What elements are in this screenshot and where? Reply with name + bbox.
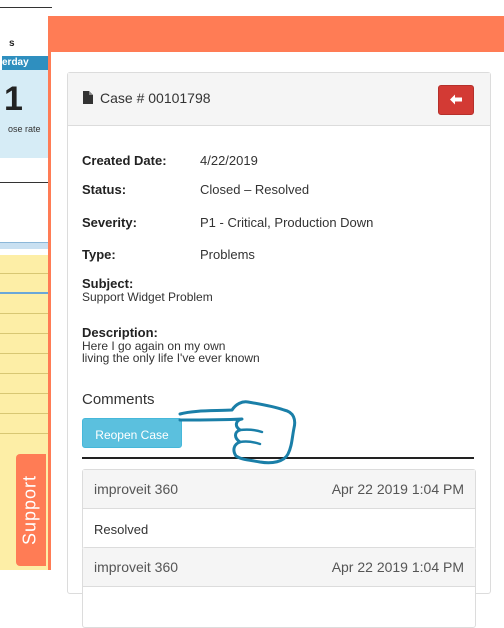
bg-stat-caption: ose rate <box>8 124 41 134</box>
bg-table-rule <box>0 373 52 374</box>
bg-divider <box>0 182 52 183</box>
severity-value: P1 - Critical, Production Down <box>200 215 374 230</box>
created-date-label: Created Date: <box>82 153 167 168</box>
comment-author: improveit 360 <box>94 481 179 497</box>
type-value: Problems <box>200 247 255 262</box>
bg-divider-top <box>0 7 52 8</box>
bg-table-rule <box>0 273 52 274</box>
back-button[interactable] <box>438 85 474 115</box>
bg-table-rule <box>0 313 52 314</box>
arrow-left-icon <box>450 94 462 105</box>
type-label: Type: <box>82 247 116 262</box>
comment-item: improveit 360 Apr 22 2019 1:04 PM <box>82 547 476 628</box>
comment-header: improveit 360 Apr 22 2019 1:04 PM <box>83 470 475 509</box>
comment-date: Apr 22 2019 1:04 PM <box>331 481 464 497</box>
subject-label: Subject: <box>82 276 134 291</box>
document-icon <box>83 91 93 104</box>
comment-body <box>83 587 475 627</box>
panel-header <box>51 16 504 52</box>
case-header: Case # 00101798 <box>68 73 490 126</box>
comments-title: Comments <box>82 391 155 408</box>
bg-table-header <box>0 242 52 249</box>
bg-table-rule <box>0 333 52 334</box>
description-line: living the only life I've ever known <box>82 351 260 365</box>
status-label: Status: <box>82 182 127 197</box>
case-title: Case # 00101798 <box>100 90 211 106</box>
bg-table-accent <box>0 292 52 294</box>
comment-header: improveit 360 Apr 22 2019 1:04 PM <box>83 548 475 587</box>
bg-stat-number: 1 <box>4 80 23 118</box>
description-block: Description: Here I go again on my own l… <box>82 325 260 365</box>
support-tab-label: Support <box>19 474 40 546</box>
support-panel: Case # 00101798 Created Date: 4/22/2019 … <box>48 16 504 628</box>
bg-partial-title: s <box>9 38 15 49</box>
support-tab[interactable]: Support <box>16 454 46 566</box>
status-value: Closed – Resolved <box>200 182 310 197</box>
bg-table-rule <box>0 433 52 434</box>
pointing-hand-icon <box>178 400 297 465</box>
comment-date: Apr 22 2019 1:04 PM <box>331 559 464 575</box>
subject-block: Subject: Support Widget Problem <box>82 276 213 304</box>
bg-table-rule <box>0 393 52 394</box>
comment-body: Resolved <box>94 522 149 537</box>
bg-tab-label: erday <box>2 57 29 68</box>
created-date-value: 4/22/2019 <box>200 153 258 168</box>
case-card: Case # 00101798 Created Date: 4/22/2019 … <box>67 72 491 628</box>
reopen-case-button[interactable]: Reopen Case <box>82 418 182 448</box>
comment-item: improveit 360 Apr 22 2019 1:04 PM Resolv… <box>82 469 476 550</box>
bg-table-rule <box>0 413 52 414</box>
severity-label: Severity: <box>82 215 137 230</box>
subject-value: Support Widget Problem <box>82 290 213 304</box>
bg-tab-yesterday[interactable]: erday <box>2 56 52 70</box>
bg-table-rule <box>0 353 52 354</box>
description-label: Description: <box>82 325 158 340</box>
comment-author: improveit 360 <box>94 559 179 575</box>
